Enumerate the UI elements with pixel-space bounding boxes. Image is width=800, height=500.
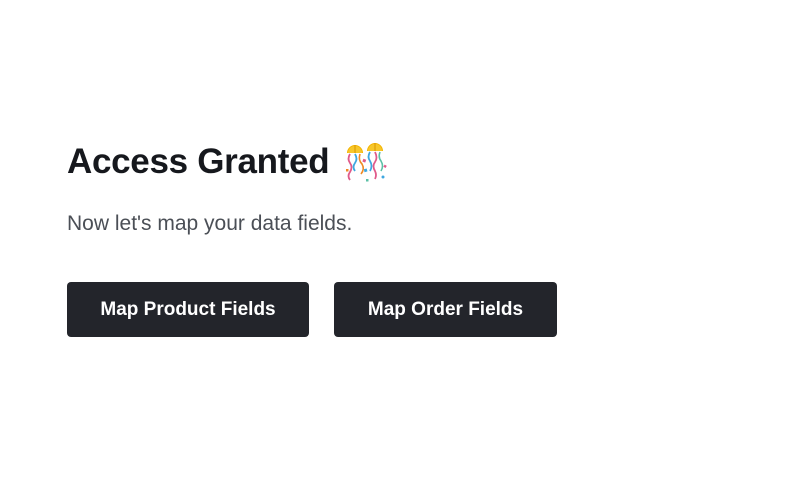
- page-title: Access Granted: [67, 142, 330, 181]
- confetti-icon: [341, 139, 389, 187]
- map-order-fields-button[interactable]: Map Order Fields: [334, 282, 557, 337]
- action-buttons: Map Product Fields Map Order Fields: [67, 282, 557, 337]
- access-granted-panel: Access Granted Now let's map your data f…: [67, 138, 557, 337]
- page-subtitle: Now let's map your data fields.: [67, 212, 353, 235]
- page: Access Granted Now let's map your data f…: [0, 0, 800, 500]
- map-product-fields-button[interactable]: Map Product Fields: [67, 282, 309, 337]
- title-row: Access Granted: [67, 138, 557, 186]
